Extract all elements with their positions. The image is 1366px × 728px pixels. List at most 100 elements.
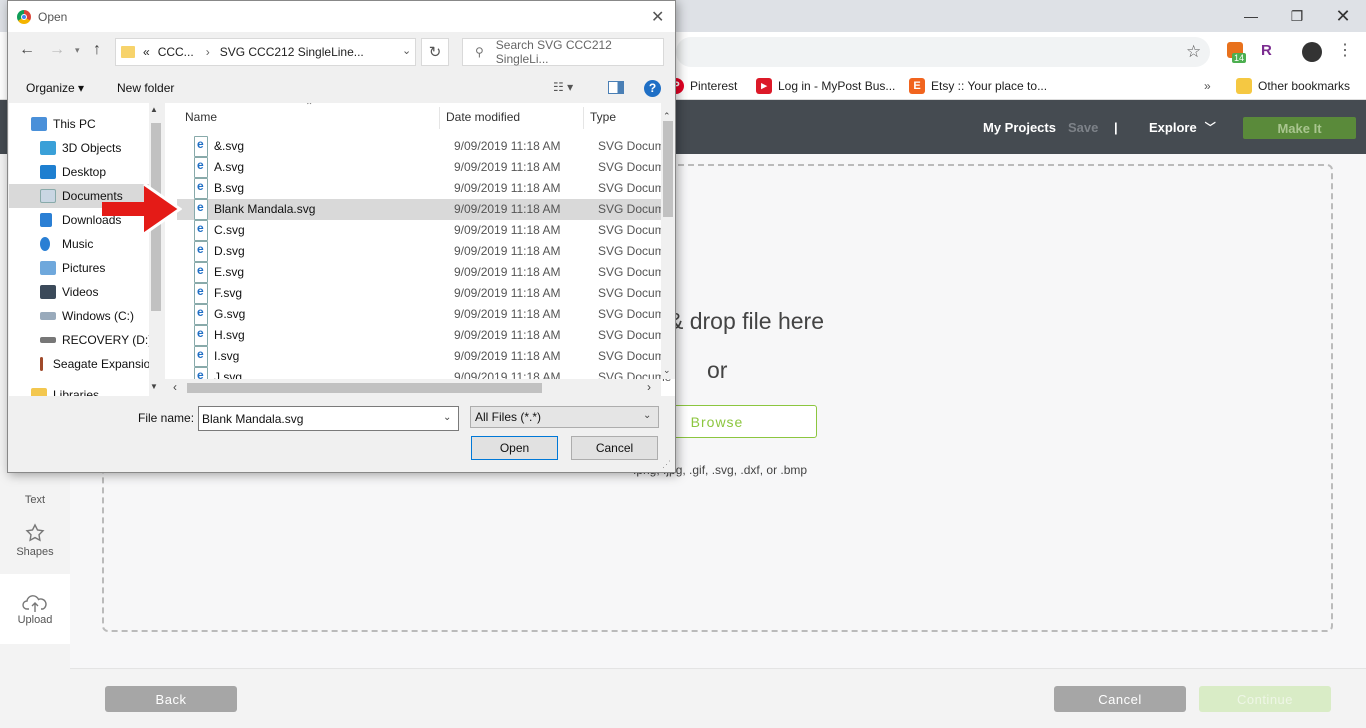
breadcrumb-item[interactable]: SVG CCC212 SingleLine... bbox=[220, 45, 364, 59]
continue-button[interactable]: Continue bbox=[1199, 686, 1331, 712]
restore-icon[interactable]: ❐ bbox=[1274, 0, 1320, 32]
file-hscrollbar[interactable]: ‹ › bbox=[165, 379, 661, 396]
file-date: 9/09/2019 11:18 AM bbox=[454, 139, 561, 153]
extension-r-icon[interactable]: R bbox=[1261, 42, 1272, 59]
file-name: A.svg bbox=[214, 160, 245, 174]
file-name-label: File name: bbox=[138, 411, 195, 425]
breadcrumb-item[interactable]: CCC... bbox=[158, 45, 194, 59]
chevron-down-icon: ﹀ bbox=[1204, 122, 1216, 134]
organize-menu[interactable]: Organize ▾ bbox=[26, 81, 84, 95]
bookmark-pinterest[interactable]: P Pinterest bbox=[668, 72, 737, 100]
svg-file-icon bbox=[194, 239, 208, 262]
svg-file-icon bbox=[194, 218, 208, 241]
menu-icon[interactable]: ⋮ bbox=[1337, 40, 1353, 60]
scroll-thumb[interactable] bbox=[187, 383, 542, 393]
scroll-down-icon[interactable]: ▼ bbox=[150, 382, 158, 391]
scroll-up-icon[interactable]: ▲ bbox=[150, 105, 158, 114]
rail-shapes[interactable]: Shapes bbox=[0, 505, 70, 575]
bookmark-etsy[interactable]: E Etsy :: Your place to... bbox=[909, 72, 1047, 100]
file-row[interactable]: G.svg9/09/2019 11:18 AMSVG Docume bbox=[177, 302, 671, 325]
bookmark-label: Pinterest bbox=[690, 79, 738, 93]
nav-windows-c[interactable]: Windows (C:) bbox=[40, 304, 163, 328]
cancel-button[interactable]: Cancel bbox=[1054, 686, 1186, 712]
file-type-value: All Files (*.*) bbox=[475, 410, 542, 424]
svg-file-icon bbox=[194, 281, 208, 304]
navigation-pane: This PC 3D Objects Desktop Documents Dow… bbox=[9, 103, 163, 396]
file-row[interactable]: D.svg9/09/2019 11:18 AMSVG Docume bbox=[177, 239, 671, 262]
bookmark-mypost[interactable]: ▸ Log in - MyPost Bus... bbox=[756, 72, 895, 100]
file-vscrollbar[interactable]: ⌃ ⌄ bbox=[661, 103, 675, 379]
file-row[interactable]: B.svg9/09/2019 11:18 AMSVG Docume bbox=[177, 176, 671, 199]
file-name-input[interactable]: Blank Mandala.svg ⌄ bbox=[198, 406, 459, 431]
upload-cloud-icon bbox=[22, 595, 47, 612]
file-row-selected[interactable]: Blank Mandala.svg9/09/2019 11:18 AMSVG D… bbox=[177, 197, 671, 220]
column-type[interactable]: Type bbox=[590, 103, 616, 131]
open-button[interactable]: Open bbox=[471, 436, 558, 460]
address-bar[interactable] bbox=[676, 37, 1210, 67]
avatar[interactable] bbox=[1302, 42, 1322, 62]
close-window-icon[interactable]: ✕ bbox=[1320, 0, 1366, 32]
my-projects-link[interactable]: My Projects bbox=[983, 100, 1056, 154]
file-row[interactable]: A.svg9/09/2019 11:18 AMSVG Docume bbox=[177, 155, 671, 178]
breadcrumb-separator: › bbox=[205, 45, 210, 59]
chevron-down-icon[interactable]: ⌄ bbox=[443, 412, 451, 423]
up-arrow-icon[interactable]: ↑ bbox=[93, 41, 101, 59]
nav-scrollbar[interactable]: ▲ ▼ bbox=[149, 103, 163, 396]
scroll-right-icon[interactable]: › bbox=[647, 380, 651, 394]
nav-pictures[interactable]: Pictures bbox=[40, 256, 163, 280]
nav-3d-objects[interactable]: 3D Objects bbox=[40, 136, 163, 160]
dialog-cancel-button[interactable]: Cancel bbox=[571, 436, 658, 460]
scroll-left-icon[interactable]: ‹ bbox=[173, 380, 177, 394]
scroll-down-icon[interactable]: ⌄ bbox=[663, 365, 671, 376]
computer-icon bbox=[31, 117, 47, 131]
file-row[interactable]: C.svg9/09/2019 11:18 AMSVG Docume bbox=[177, 218, 671, 241]
folder-icon bbox=[1236, 78, 1252, 94]
nav-this-pc[interactable]: This PC bbox=[31, 112, 163, 136]
new-folder-button[interactable]: New folder bbox=[117, 81, 174, 95]
dialog-search-box[interactable]: ⚲ Search SVG CCC212 SingleLi... bbox=[462, 38, 664, 66]
refresh-icon[interactable]: ↻ bbox=[421, 38, 449, 66]
file-name: F.svg bbox=[214, 286, 243, 300]
scroll-thumb[interactable] bbox=[663, 121, 673, 217]
help-icon[interactable]: ? bbox=[644, 80, 661, 97]
column-date[interactable]: Date modified bbox=[446, 103, 520, 131]
svg-file-icon bbox=[194, 197, 208, 220]
file-row[interactable]: F.svg9/09/2019 11:18 AMSVG Docume bbox=[177, 281, 671, 304]
shapes-icon bbox=[25, 523, 45, 542]
make-it-button[interactable]: Make It bbox=[1243, 117, 1356, 139]
nav-libraries[interactable]: Libraries bbox=[31, 383, 163, 396]
nav-videos[interactable]: Videos bbox=[40, 280, 163, 304]
file-row[interactable]: H.svg9/09/2019 11:18 AMSVG Docume bbox=[177, 323, 671, 346]
minimize-icon[interactable]: — bbox=[1228, 0, 1274, 32]
file-row[interactable]: &.svg9/09/2019 11:18 AMSVG Docume bbox=[177, 134, 671, 157]
nav-seagate[interactable]: Seagate Expansion bbox=[40, 352, 157, 376]
dialog-close-icon[interactable]: ✕ bbox=[651, 7, 664, 27]
dialog-address-bar[interactable]: « CCC... › SVG CCC212 SingleLine... ⌄ bbox=[115, 38, 416, 66]
file-row[interactable]: E.svg9/09/2019 11:18 AMSVG Docume bbox=[177, 260, 671, 283]
preview-pane-icon[interactable] bbox=[608, 81, 624, 94]
recent-dropdown-icon[interactable]: ▾ bbox=[75, 45, 80, 56]
save-link[interactable]: Save bbox=[1068, 100, 1098, 154]
bookmark-other[interactable]: Other bookmarks bbox=[1236, 72, 1350, 100]
file-row[interactable]: I.svg9/09/2019 11:18 AMSVG Docume bbox=[177, 344, 671, 367]
back-button[interactable]: Back bbox=[105, 686, 237, 712]
column-divider bbox=[439, 107, 440, 129]
forward-arrow-icon[interactable]: → bbox=[49, 41, 65, 59]
view-options-icon[interactable]: ☷ ▾ bbox=[553, 80, 573, 94]
nav-label: Pictures bbox=[62, 261, 106, 275]
column-name[interactable]: Name bbox=[185, 103, 217, 131]
svg-file-icon bbox=[194, 176, 208, 199]
back-arrow-icon[interactable]: ← bbox=[19, 41, 35, 59]
chevron-down-icon[interactable]: ⌄ bbox=[402, 44, 411, 57]
resize-grip-icon[interactable]: ⋰ bbox=[662, 459, 671, 470]
rail-upload[interactable]: Upload bbox=[0, 574, 70, 644]
nav-recovery-d[interactable]: RECOVERY (D:) bbox=[40, 328, 163, 352]
file-type-select[interactable]: All Files (*.*) ⌄ bbox=[470, 406, 659, 428]
file-name: C.svg bbox=[214, 223, 245, 237]
address-overflow[interactable]: « bbox=[143, 45, 150, 59]
bookmark-label: Other bookmarks bbox=[1258, 79, 1351, 93]
bookmarks-overflow-icon[interactable]: » bbox=[1204, 72, 1211, 100]
nav-label: Windows (C:) bbox=[62, 309, 135, 323]
explore-menu[interactable]: Explore ﹀ bbox=[1149, 100, 1216, 154]
star-icon[interactable]: ☆ bbox=[1186, 42, 1201, 62]
